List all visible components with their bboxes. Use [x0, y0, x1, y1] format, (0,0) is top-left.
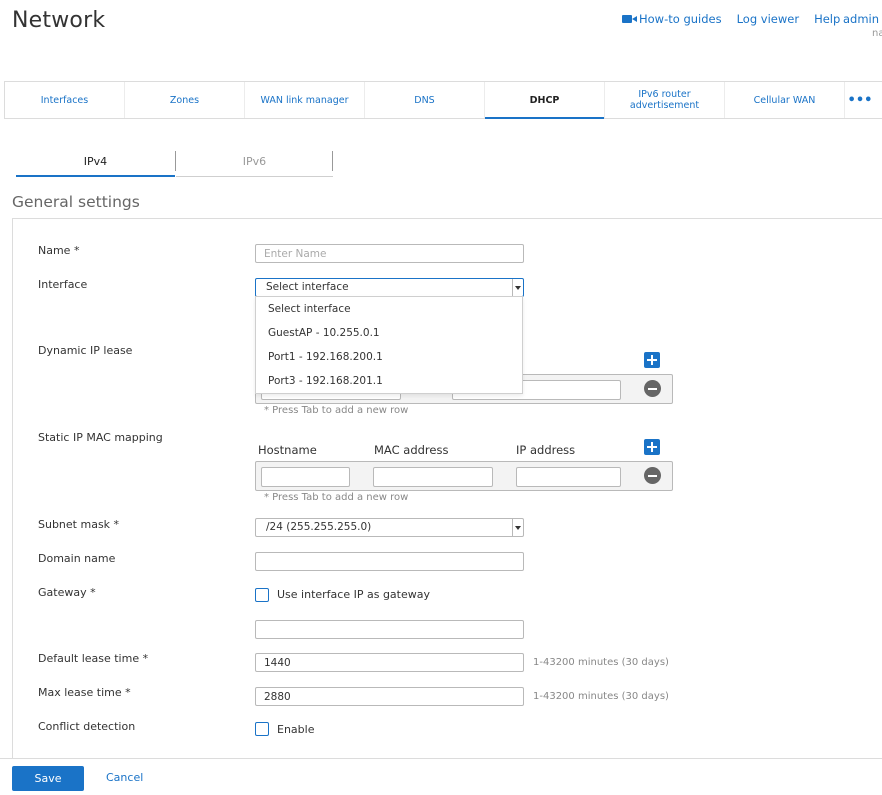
dynamic-ip-lease-label: Dynamic IP lease — [38, 344, 133, 357]
conflict-detection-checkbox[interactable] — [255, 722, 269, 736]
name-label: Name * — [38, 244, 80, 257]
top-links: How-to guides Log viewer Help — [622, 12, 855, 26]
chevron-down-icon[interactable] — [512, 519, 523, 536]
tab-ipv6-router-advertisement[interactable]: IPv6 router advertisement — [605, 82, 725, 118]
static-mapping-row — [255, 461, 673, 491]
domain-name-input[interactable] — [255, 552, 524, 571]
log-viewer-link[interactable]: Log viewer — [737, 12, 799, 26]
use-interface-ip-label: Use interface IP as gateway — [277, 588, 430, 601]
subnet-mask-select[interactable]: /24 (255.255.255.0) — [255, 518, 524, 537]
mac-address-input[interactable] — [373, 467, 493, 487]
subtab-ipv4[interactable]: IPv4 — [16, 147, 175, 177]
max-lease-input[interactable] — [255, 687, 524, 706]
network-tabs: Interfaces Zones WAN link manager DNS DH… — [4, 81, 882, 119]
static-mapping-hint: * Press Tab to add a new row — [264, 492, 409, 503]
max-lease-hint: 1-43200 minutes (30 days) — [533, 691, 669, 702]
add-dynamic-row-plus-icon[interactable] — [644, 352, 660, 368]
default-lease-label: Default lease time * — [38, 652, 149, 665]
cancel-button[interactable]: Cancel — [106, 771, 143, 784]
page-title: Network — [12, 8, 106, 33]
hostname-column-header: Hostname — [258, 443, 317, 457]
tab-wan-link-manager[interactable]: WAN link manager — [245, 82, 365, 118]
remove-row-minus-icon[interactable] — [644, 380, 661, 397]
interface-label: Interface — [38, 278, 88, 291]
ip-address-column-header: IP address — [516, 443, 576, 457]
howto-guides-link[interactable]: How-to guides — [622, 12, 722, 26]
add-static-row-plus-icon[interactable] — [644, 439, 660, 455]
tab-ipv6-label-line1: IPv6 router — [638, 89, 691, 100]
tab-ipv6-label-line2: advertisement — [629, 100, 700, 111]
interface-select[interactable]: Select interface — [255, 278, 524, 297]
subtab-divider — [332, 151, 333, 171]
default-lease-hint: 1-43200 minutes (30 days) — [533, 657, 669, 668]
section-title: General settings — [12, 193, 140, 211]
name-input[interactable] — [255, 244, 524, 263]
dynamic-ip-hint: * Press Tab to add a new row — [264, 405, 409, 416]
interface-select-value: Select interface — [266, 281, 349, 293]
tab-cellular-wan[interactable]: Cellular WAN — [725, 82, 845, 118]
more-tabs-icon[interactable]: ••• — [845, 82, 875, 118]
subnet-mask-value: /24 (255.255.255.0) — [266, 521, 372, 533]
interface-dropdown: Select interface GuestAP - 10.255.0.1 Po… — [255, 296, 523, 394]
user-sub-label: na — [872, 28, 882, 39]
domain-name-label: Domain name — [38, 552, 116, 565]
max-lease-label: Max lease time * — [38, 686, 131, 699]
conflict-detection-label: Conflict detection — [38, 720, 136, 733]
default-lease-input[interactable] — [255, 653, 524, 672]
tab-interfaces[interactable]: Interfaces — [5, 82, 125, 118]
subtab-ipv6[interactable]: IPv6 — [176, 147, 333, 177]
interface-option[interactable]: Port1 - 192.168.200.1 — [256, 345, 522, 369]
tab-zones[interactable]: Zones — [125, 82, 245, 118]
conflict-detection-enable-label: Enable — [277, 723, 315, 736]
help-link[interactable]: Help — [814, 12, 840, 26]
interface-option[interactable]: Port3 - 192.168.201.1 — [256, 369, 522, 393]
save-button[interactable]: Save — [12, 766, 84, 791]
interface-option[interactable]: GuestAP - 10.255.0.1 — [256, 321, 522, 345]
tab-dhcp[interactable]: DHCP — [485, 82, 605, 119]
subnet-mask-label: Subnet mask * — [38, 518, 120, 531]
hostname-input[interactable] — [261, 467, 350, 487]
use-interface-ip-checkbox[interactable] — [255, 588, 269, 602]
gateway-input[interactable] — [255, 620, 524, 639]
user-menu[interactable]: admin — [843, 12, 879, 26]
howto-guides-label: How-to guides — [639, 12, 722, 26]
chevron-down-icon[interactable] — [512, 279, 523, 296]
video-camera-icon — [622, 15, 637, 23]
ip-address-input[interactable] — [516, 467, 621, 487]
interface-option[interactable]: Select interface — [256, 297, 522, 321]
remove-row-minus-icon[interactable] — [644, 467, 661, 484]
tab-dns[interactable]: DNS — [365, 82, 485, 118]
static-mapping-label: Static IP MAC mapping — [38, 431, 163, 444]
gateway-label: Gateway * — [38, 586, 96, 599]
mac-address-column-header: MAC address — [374, 443, 449, 457]
